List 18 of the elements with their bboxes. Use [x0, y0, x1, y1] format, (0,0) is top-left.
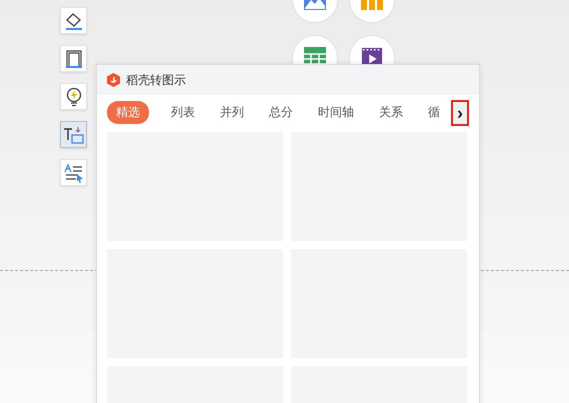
category-tab[interactable]: 并列 [220, 100, 244, 124]
idea-tool[interactable] [60, 83, 87, 110]
text-style-tool[interactable] [60, 159, 87, 186]
category-tab[interactable]: 时间轴 [318, 100, 354, 124]
text-select-icon [64, 162, 84, 182]
category-tab[interactable]: 关系 [379, 100, 403, 124]
border-icon [64, 48, 84, 68]
fill-tool[interactable] [60, 7, 87, 34]
border-tool[interactable] [60, 45, 87, 72]
logo-icon [107, 73, 120, 87]
category-tab[interactable]: 循 [428, 100, 440, 124]
category-tab[interactable]: 总分 [269, 100, 293, 124]
text-convert-icon [62, 124, 84, 144]
category-tab[interactable]: 列表 [171, 100, 195, 124]
next-arrow-button[interactable]: › [451, 100, 469, 126]
paint-bucket-icon [64, 10, 84, 30]
panel-title: 稻壳转图示 [126, 72, 186, 88]
convert-tool[interactable] [60, 121, 87, 148]
